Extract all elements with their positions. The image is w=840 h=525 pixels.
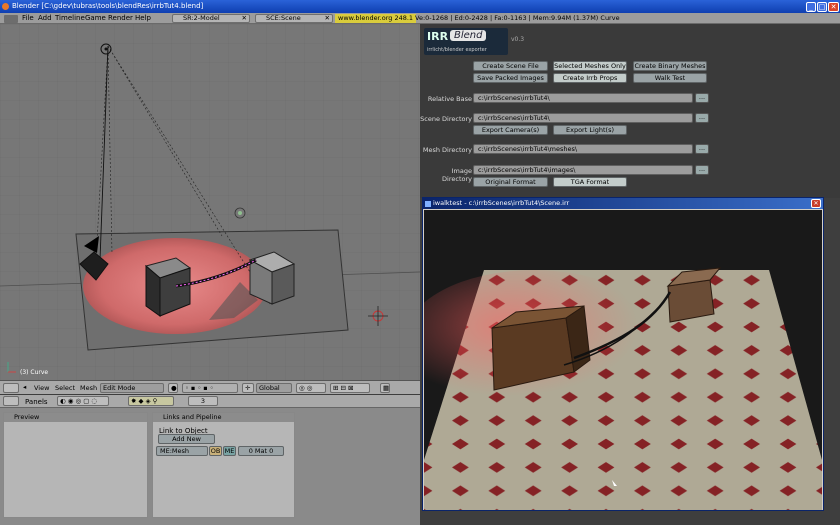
scene-directory-label: Scene Directory	[420, 115, 472, 123]
scene-directory-browse-button[interactable]: ...	[695, 113, 709, 123]
image-directory-browse-button[interactable]: ...	[695, 165, 709, 175]
viewport-header: ◂ View Select Mesh Edit Mode ● ◦ ▪ ◦ ▪ ◦…	[0, 380, 420, 394]
screen-name: SR:2-Model	[183, 14, 220, 22]
walktest-app-icon	[425, 201, 431, 207]
panels-label[interactable]: Panels	[25, 398, 48, 406]
view-menu[interactable]: View	[34, 384, 49, 392]
links-title: Links and Pipeline	[163, 413, 222, 421]
preview-title: Preview	[14, 413, 40, 421]
orientation-value: Global	[259, 384, 280, 392]
walktest-title: iwalktest - c:\irrbScenes\irrbTut4\Scene…	[433, 199, 570, 207]
draw-type-icon[interactable]: ●	[168, 383, 178, 393]
original-format-toggle[interactable]: Original Format	[473, 177, 548, 187]
frame-number-field[interactable]: 3	[188, 396, 218, 406]
blender-weblink[interactable]: www.blender.org 248.1	[335, 14, 417, 23]
links-panel-header[interactable]: Links and Pipeline	[153, 413, 294, 422]
create-scene-file-button[interactable]: Create Scene File	[473, 61, 548, 71]
rendered-scene	[424, 267, 822, 510]
context-tab-icons[interactable]: ✸ ◆ ◈ ⚲	[128, 396, 174, 406]
mesh-directory-label: Mesh Directory	[422, 146, 472, 154]
close-button[interactable]: ✕	[828, 2, 839, 12]
create-irrb-props-toggle[interactable]: Create Irrb Props	[553, 73, 627, 83]
mode-value: Edit Mode	[103, 384, 136, 392]
scene-stats: Ve:0-1268 | Ed:0-2428 | Fa:0-1163 | Mem:…	[415, 14, 620, 22]
frame-number: 3	[200, 397, 206, 405]
render-icon[interactable]: ▦	[380, 383, 390, 393]
scene-delete-icon[interactable]: ✕	[325, 15, 330, 22]
logo-subtitle: irrlicht/blender exporter	[427, 47, 487, 53]
walktest-render-view[interactable]	[424, 210, 822, 510]
3d-viewport[interactable]: (3) Curve	[0, 24, 420, 380]
material-index-field[interactable]: 0 Mat 0	[238, 446, 284, 456]
walktest-window[interactable]: iwalktest - c:\irrbScenes\irrbTut4\Scene…	[422, 197, 824, 511]
tga-format-toggle[interactable]: TGA Format	[553, 177, 627, 187]
scene-name: SCE:Scene	[266, 14, 301, 22]
mode-selector[interactable]: Edit Mode	[100, 383, 164, 393]
menu-render[interactable]: Render	[108, 13, 133, 24]
export-lights-toggle[interactable]: Export Light(s)	[553, 125, 627, 135]
scene-selector[interactable]: SCE:Scene ✕	[255, 14, 333, 23]
irrblend-logo: IRR Blend irrlicht/blender exporter	[424, 28, 508, 55]
menu-game[interactable]: Game	[85, 13, 106, 24]
walk-test-button[interactable]: Walk Test	[633, 73, 707, 83]
mesh-directory-browse-button[interactable]: ...	[695, 144, 709, 154]
exporter-version: v0.3	[511, 36, 525, 43]
menu-help[interactable]: Help	[135, 13, 151, 24]
blender-app-icon	[2, 3, 9, 10]
create-binary-meshes-toggle[interactable]: Create Binary Meshes	[633, 61, 707, 71]
save-packed-images-toggle[interactable]: Save Packed Images	[473, 73, 548, 83]
preview-panel: Preview	[3, 412, 148, 518]
viewport-editor-type-icon[interactable]	[3, 383, 19, 393]
minimize-button[interactable]: _	[806, 2, 816, 12]
scene-directory-field[interactable]: c:\irrbScenes\irrbTut4\	[473, 113, 693, 123]
menu-file[interactable]: File	[22, 13, 34, 24]
window-title: Blender [C:\gdev\tubras\tools\blendRes\i…	[12, 2, 204, 10]
select-menu[interactable]: Select	[55, 384, 75, 392]
walktest-close-button[interactable]: ✕	[811, 199, 821, 208]
menu-bar: File Add Timeline Game Render Help SR:2-…	[0, 13, 840, 24]
window-titlebar: Blender [C:\gdev\tubras\tools\blendRes\i…	[0, 0, 840, 13]
irrblend-exporter-panel: IRR Blend irrlicht/blender exporter v0.3…	[420, 24, 840, 198]
add-new-button[interactable]: Add New	[158, 434, 215, 444]
mesh-directory-field[interactable]: c:\irrbScenes\irrbTut4\meshes\	[473, 144, 693, 154]
menu-timeline[interactable]: Timeline	[55, 13, 85, 24]
orientation-selector[interactable]: Global	[256, 383, 292, 393]
pivot-icon[interactable]: ✛	[242, 383, 254, 393]
menu-add[interactable]: Add	[38, 13, 52, 24]
buttons-editor-type-icon[interactable]	[3, 396, 19, 406]
editor-type-icon[interactable]	[4, 15, 18, 23]
proportional-edit-icon[interactable]: ◎ ◎	[296, 383, 326, 393]
me-toggle[interactable]: ME	[223, 446, 236, 456]
ob-toggle[interactable]: OB	[209, 446, 222, 456]
crate-far	[667, 279, 715, 323]
relative-base-field[interactable]: c:\irrbScenes\irrbTut4\	[473, 93, 693, 103]
maximize-button[interactable]: □	[817, 2, 827, 12]
viewport-object-label: (3) Curve	[20, 369, 49, 376]
mesh-name-field[interactable]: ME:Mesh	[156, 446, 208, 456]
select-mode-group[interactable]: ◦ ▪ ◦ ▪ ◦	[182, 383, 238, 393]
screen-selector[interactable]: SR:2-Model ✕	[172, 14, 250, 23]
buttons-header: Panels ◐ ◉ ◎ ▢ ◌ ✸ ◆ ◈ ⚲ 3	[0, 395, 420, 408]
screen-delete-icon[interactable]: ✕	[242, 15, 247, 22]
mesh-menu[interactable]: Mesh	[80, 384, 97, 392]
preview-panel-header[interactable]: Preview	[4, 413, 147, 422]
logo-irr: IRR	[427, 30, 449, 43]
links-pipeline-panel: Links and Pipeline Link to Object Add Ne…	[152, 412, 295, 518]
relative-base-browse-button[interactable]: ...	[695, 93, 709, 103]
walktest-titlebar[interactable]: iwalktest - c:\irrbScenes\irrbTut4\Scene…	[423, 198, 823, 209]
image-directory-label: Image Directory	[442, 167, 472, 183]
logo-blend: Blend	[450, 30, 487, 41]
viewport-scene	[0, 24, 420, 380]
relative-base-label: Relative Base	[427, 95, 472, 103]
selected-meshes-only-toggle[interactable]: Selected Meshes Only	[553, 61, 627, 71]
image-directory-field[interactable]: c:\irrbScenes\irrbTut4\images\	[473, 165, 693, 175]
export-cameras-toggle[interactable]: Export Camera(s)	[473, 125, 548, 135]
snap-tools-group[interactable]: ⊞ ⊟ ⊠	[330, 383, 370, 393]
panel-tab-icons[interactable]: ◐ ◉ ◎ ▢ ◌	[57, 396, 109, 406]
collapse-arrow-icon[interactable]: ◂	[21, 383, 29, 393]
